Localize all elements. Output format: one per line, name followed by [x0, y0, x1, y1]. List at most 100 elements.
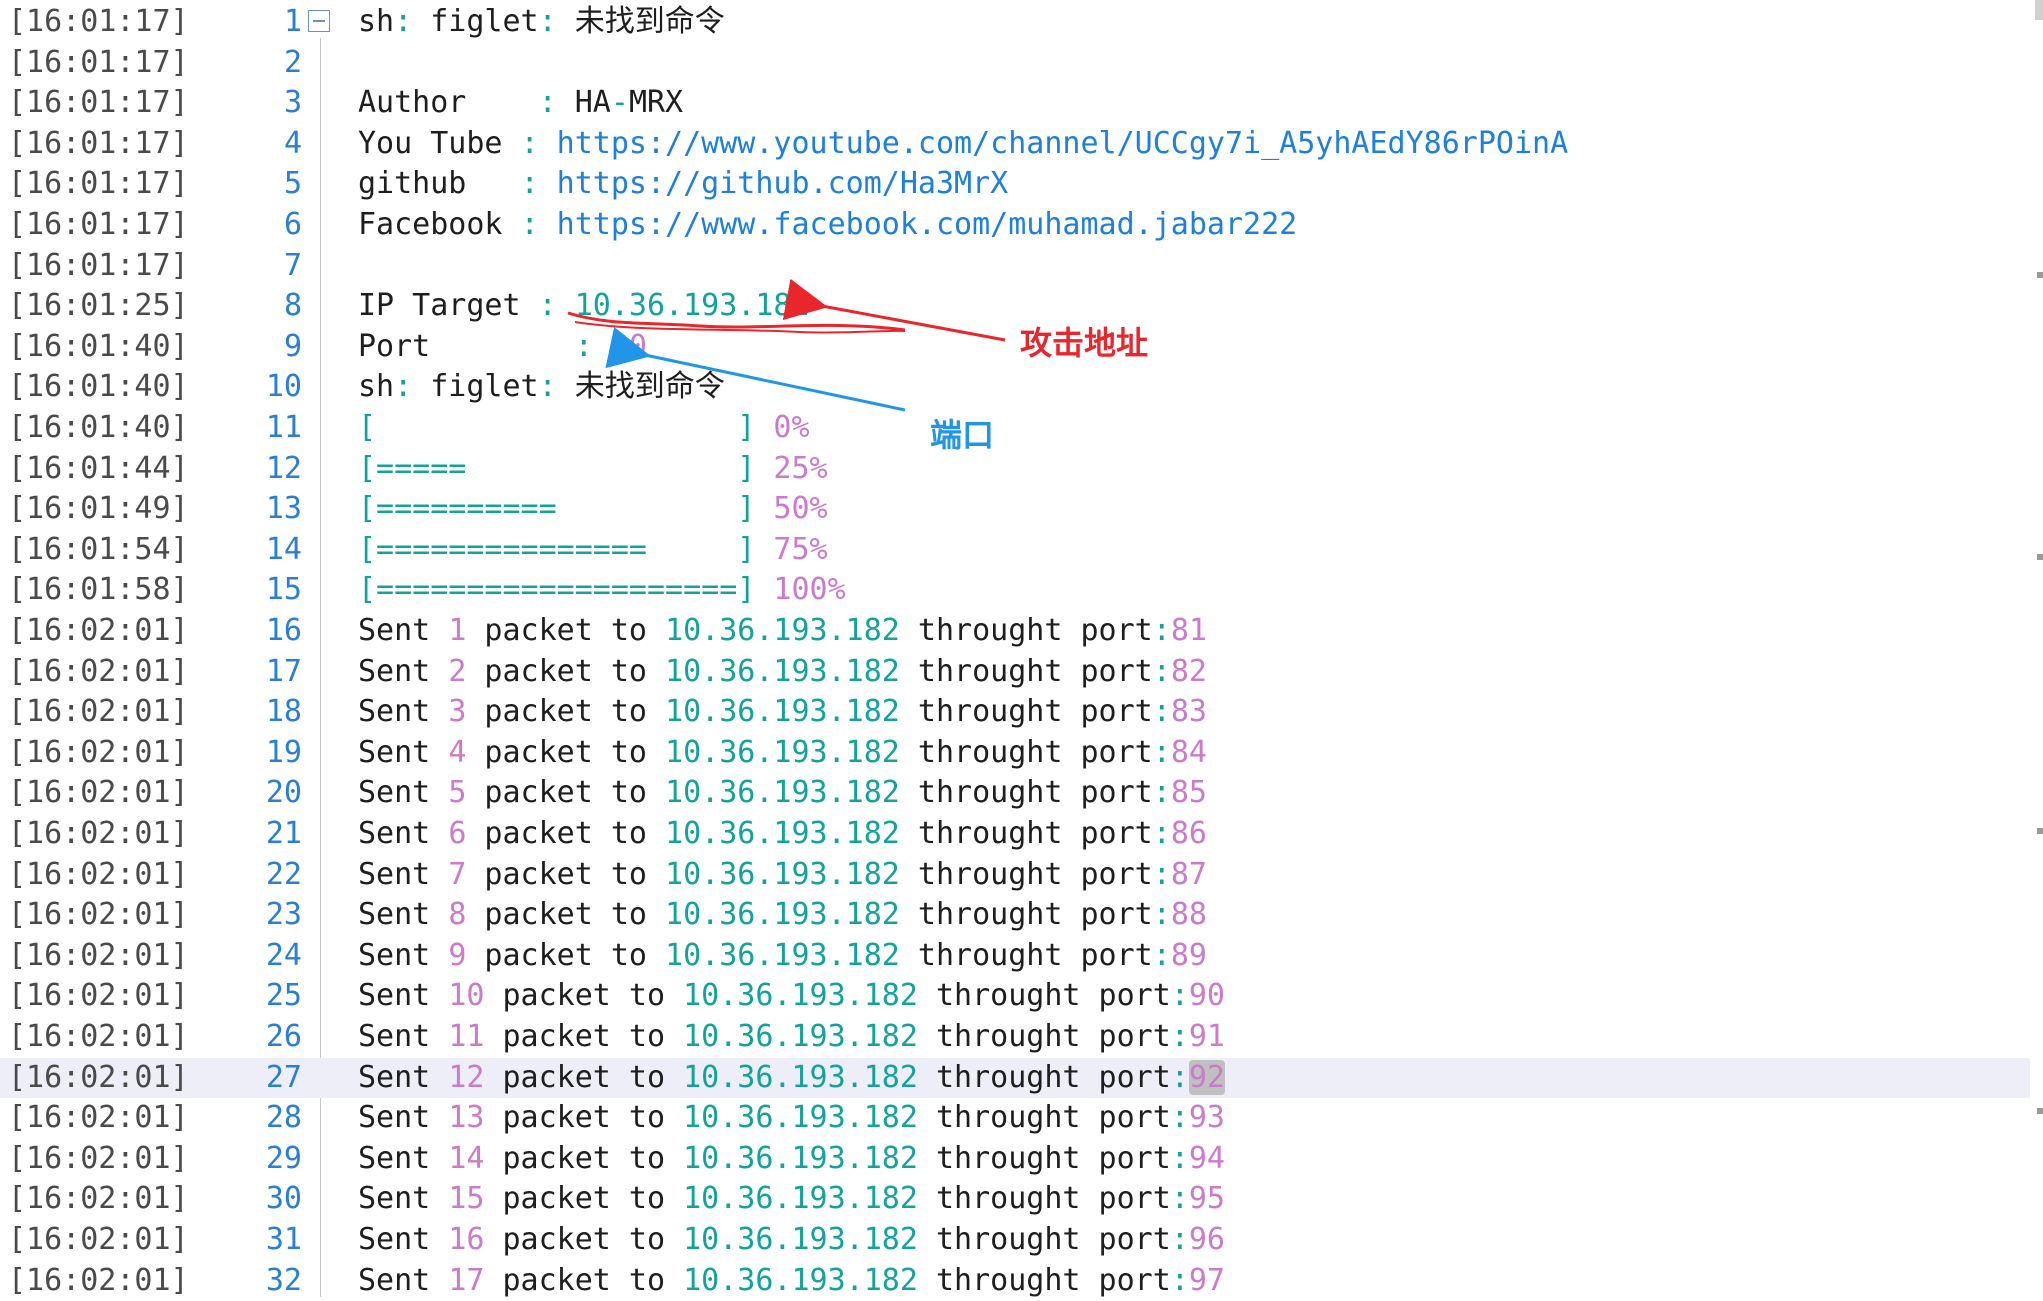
line-number: 3: [283, 85, 302, 121]
ip-address: 10.36.193.182: [665, 816, 900, 851]
code-text: Sent: [358, 856, 449, 892]
code-text: :: [520, 125, 539, 161]
progress-bar-text: [===== ]: [358, 450, 756, 486]
line-number: 11: [265, 410, 302, 445]
timestamp: [16:02:01]: [8, 1059, 189, 1095]
log-line[interactable]: [16:01:17] 1 sh: figlet: 未找到命令: [0, 2, 2030, 43]
code-text: IP Target: [358, 288, 539, 324]
line-number: 18: [265, 694, 302, 730]
log-line[interactable]: [16:01:17] 2: [0, 43, 2030, 84]
log-line[interactable]: [16:01:17] 3 Author : HA-MRX: [0, 83, 2030, 124]
number-value: 9: [448, 937, 467, 973]
line-content: Sent 10 packet to 10.36.193.182 throught…: [358, 976, 1225, 1017]
code-text: :: [538, 288, 557, 324]
line-number: 24: [265, 937, 302, 973]
log-line[interactable]: [16:02:01] 17 Sent 2 packet to 10.36.193.1…: [0, 652, 2030, 693]
line-number: 32: [265, 1262, 302, 1298]
code-text: sh: [358, 4, 395, 39]
timestamp: [16:01:17]: [8, 4, 189, 39]
number-value: 11: [448, 1019, 485, 1054]
code-text: :: [1152, 937, 1171, 973]
line-content: Author : HA-MRX: [358, 83, 683, 124]
code-text: throught port: [917, 1019, 1171, 1054]
log-line[interactable]: [16:02:01] 21 Sent 6 packet to 10.36.193.1…: [0, 814, 2030, 855]
ip-address: 10.36.193.182: [683, 1100, 918, 1136]
code-text: packet to: [466, 775, 666, 811]
code-text: :: [1170, 1262, 1189, 1298]
line-number: 7: [283, 247, 302, 283]
code-text: Sent: [358, 653, 449, 689]
code-text: Sent: [358, 978, 449, 1014]
line-content: [========== ] 50%: [358, 489, 828, 530]
code-text: Sent: [358, 1059, 449, 1095]
log-line[interactable]: [16:01:17] 7: [0, 246, 2030, 287]
log-line[interactable]: [16:02:01] 16 Sent 1 packet to 10.36.193.1…: [0, 611, 2030, 652]
line-content: Sent 2 packet to 10.36.193.182 throught …: [358, 652, 1207, 693]
log-line[interactable]: [16:01:17] 4 You Tube : https://www.youtub…: [0, 124, 2030, 165]
log-line[interactable]: [16:01:25] 8 IP Target : 10.36.193.182: [0, 286, 2030, 327]
log-line[interactable]: [16:02:01] 26 Sent 11 packet to 10.36.193.…: [0, 1017, 2030, 1058]
log-line[interactable]: [16:01:40] 10 sh: figlet: 未找到命令: [0, 367, 2030, 408]
code-text: throught port: [917, 1140, 1171, 1176]
log-line[interactable]: [16:02:01] 31 Sent 16 packet to 10.36.193.…: [0, 1220, 2030, 1261]
number-value: 87: [1170, 856, 1207, 892]
line-content: Sent 3 packet to 10.36.193.182 throught …: [358, 692, 1207, 733]
ip-address: 10.36.193.182: [683, 1019, 918, 1054]
text-cursor-selection: 92: [1188, 1059, 1225, 1095]
log-line[interactable]: [16:02:01] 22 Sent 7 packet to 10.36.193.1…: [0, 855, 2030, 896]
log-line[interactable]: [16:02:01] 32 Sent 17 packet to 10.36.193.…: [0, 1261, 2030, 1301]
log-editor[interactable]: [16:01:17] 1 sh: figlet: 未找到命令 [16:01:17] 2[…: [0, 0, 2043, 1298]
log-line[interactable]: [16:01:17] 5 github : https://github.com/H…: [0, 164, 2030, 205]
code-text: -: [610, 85, 629, 121]
number-value: 1: [448, 613, 467, 648]
url-link[interactable]: https://github.com/Ha3MrX: [539, 166, 1009, 201]
log-line[interactable]: [16:02:01] 18 Sent 3 packet to 10.36.193.1…: [0, 692, 2030, 733]
code-text: Sent: [358, 937, 449, 973]
log-line[interactable]: [16:02:01] 30 Sent 15 packet to 10.36.193.…: [0, 1179, 2030, 1220]
timestamp: [16:02:01]: [8, 694, 189, 730]
log-line[interactable]: [16:01:17] 6 Facebook : https://www.facebo…: [0, 205, 2030, 246]
code-text: throught port: [917, 978, 1171, 1014]
scrollbar-top[interactable]: [2035, 0, 2043, 20]
log-line[interactable]: [16:02:01] 23 Sent 8 packet to 10.36.193.1…: [0, 895, 2030, 936]
line-number: 6: [283, 207, 302, 242]
code-text: throught port: [899, 856, 1153, 892]
log-line[interactable]: [16:01:40] 11 [ ] 0%: [0, 408, 2030, 449]
log-line[interactable]: [16:01:44] 12 [===== ] 25%: [0, 449, 2030, 490]
timestamp: [16:02:01]: [8, 613, 189, 648]
line-content: sh: figlet: 未找到命令: [358, 2, 725, 43]
url-link[interactable]: https://www.facebook.com/muhamad.jabar22…: [539, 207, 1298, 242]
timestamp: [16:01:25]: [8, 288, 189, 324]
number-value: 97: [1188, 1262, 1225, 1298]
log-line[interactable]: [16:01:49] 13 [========== ] 50%: [0, 489, 2030, 530]
code-text: :: [1170, 978, 1189, 1014]
timestamp: [16:02:01]: [8, 1019, 189, 1054]
code-text: Port: [358, 328, 575, 364]
log-line[interactable]: [16:02:01] 29 Sent 14 packet to 10.36.193.…: [0, 1139, 2030, 1180]
number-value: 0%: [755, 410, 810, 445]
log-line[interactable]: [16:01:54] 14 [=============== ] 75%: [0, 530, 2030, 571]
log-line[interactable]: [16:01:40] 9 Port : 80: [0, 327, 2030, 368]
line-number: 16: [265, 613, 302, 648]
ip-address: 10.36.193.182: [665, 734, 900, 770]
log-line[interactable]: [16:02:01] 25 Sent 10 packet to 10.36.193.…: [0, 976, 2030, 1017]
code-text: :: [1170, 1059, 1189, 1095]
log-line[interactable]: [16:02:01] 24 Sent 9 packet to 10.36.193.1…: [0, 936, 2030, 977]
timestamp: [16:01:17]: [8, 166, 189, 202]
code-text: figlet: [412, 4, 539, 39]
code-text: Facebook: [358, 207, 521, 242]
log-line[interactable]: [16:02:01] 19 Sent 4 packet to 10.36.193.1…: [0, 733, 2030, 774]
line-number: 25: [265, 978, 302, 1014]
timestamp: [16:02:01]: [8, 1262, 189, 1298]
url-link[interactable]: https://www.youtube.com/channel/UCCgy7i_…: [539, 126, 1568, 161]
code-text: Sent: [358, 694, 449, 730]
code-text: packet to: [466, 816, 666, 851]
log-line[interactable]: [16:02:01] 28 Sent 13 packet to 10.36.193.…: [0, 1098, 2030, 1139]
timestamp: [16:01:49]: [8, 491, 189, 527]
line-content: [ ] 0%: [358, 408, 810, 449]
log-line[interactable]: [16:01:58] 15 [====================] 100%: [0, 570, 2030, 611]
number-value: 82: [1170, 653, 1207, 689]
log-line[interactable]: [16:02:01] 20 Sent 5 packet to 10.36.193.1…: [0, 773, 2030, 814]
timestamp: [16:01:17]: [8, 207, 189, 242]
current-log-line[interactable]: [16:02:01] 27 Sent 12 packet to 10.36.193.…: [0, 1057, 2030, 1099]
